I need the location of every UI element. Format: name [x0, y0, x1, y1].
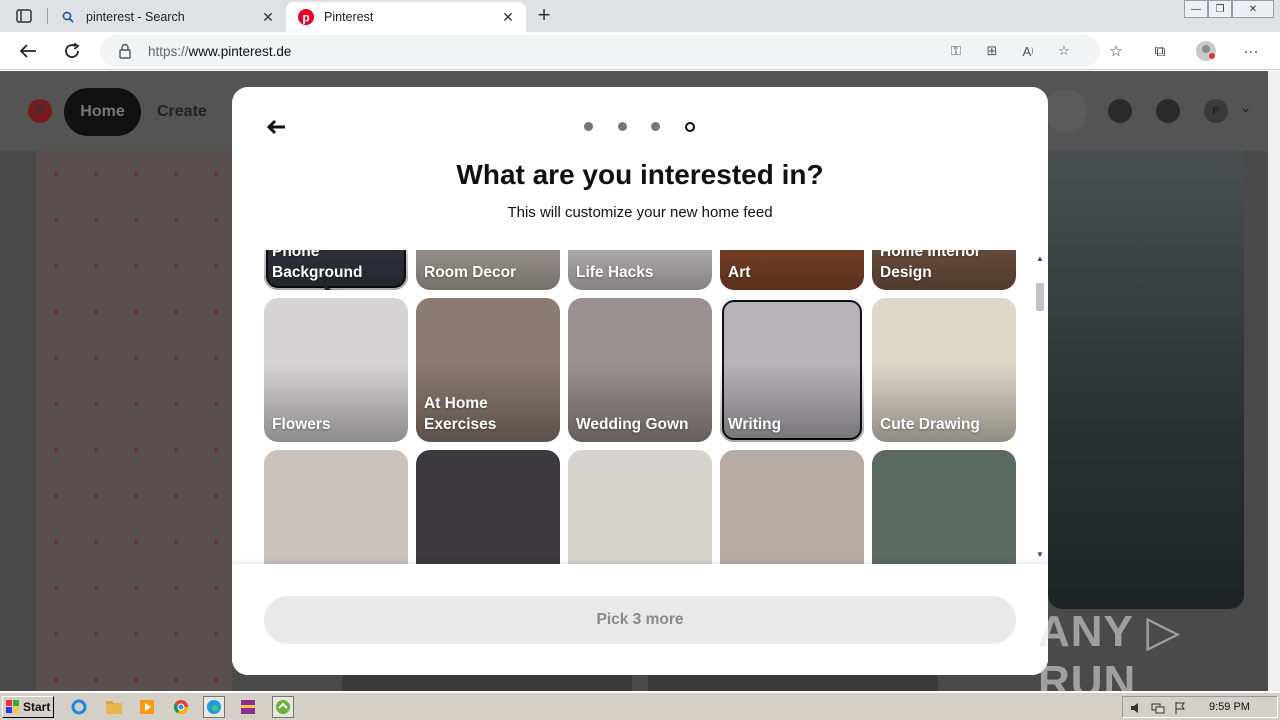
- restore-icon[interactable]: ❐: [1208, 0, 1232, 18]
- modal-footer: Pick 3 more: [232, 564, 1048, 675]
- media-player-icon[interactable]: [136, 696, 158, 718]
- volume-icon[interactable]: [1129, 701, 1143, 715]
- pinterest-logo-icon[interactable]: P: [28, 99, 52, 123]
- chevron-down-icon[interactable]: ⌄: [1240, 99, 1264, 123]
- modal-title: What are you interested in?: [456, 159, 824, 190]
- topic-tile[interactable]: Flowers: [264, 298, 408, 442]
- modal-subtitle: This will customize your new home feed: [507, 204, 773, 221]
- pin-card[interactable]: [36, 151, 232, 691]
- topic-tile[interactable]: Life Hacks: [568, 250, 712, 290]
- action-center-flag-icon[interactable]: [1173, 701, 1187, 715]
- topic-label: Cute Drawing: [880, 416, 980, 433]
- topic-tile[interactable]: Room Decor: [416, 250, 560, 290]
- step-indicator: [584, 121, 719, 132]
- home-tab[interactable]: Home: [64, 88, 141, 136]
- scroll-down-icon[interactable]: ▼: [1035, 550, 1045, 560]
- topic-tile[interactable]: [416, 450, 560, 564]
- svg-text:p: p: [302, 10, 309, 24]
- topic-tile[interactable]: At Home Exercises: [416, 298, 560, 442]
- pick-more-button[interactable]: Pick 3 more: [264, 596, 1016, 644]
- green-app-icon[interactable]: [272, 696, 294, 718]
- chrome-icon[interactable]: [170, 696, 192, 718]
- tab-title: Pinterest: [324, 10, 374, 24]
- topic-tile[interactable]: Wedding Gown: [568, 298, 712, 442]
- step-dot: [617, 122, 627, 131]
- topic-label: Life Hacks: [576, 264, 654, 281]
- close-tab-icon[interactable]: ✕: [258, 7, 278, 27]
- close-window-icon[interactable]: ✕: [1232, 0, 1274, 18]
- pin-card[interactable]: [342, 675, 632, 691]
- pinterest-icon: p: [298, 9, 314, 25]
- interests-modal: What are you interested in? This will cu…: [232, 87, 1048, 675]
- step-dot-current: [684, 121, 695, 132]
- moon-icon: [326, 274, 342, 290]
- topic-label: At Home Exercises: [424, 395, 497, 433]
- messages-icon[interactable]: [1156, 99, 1180, 123]
- topic-grid-scrollbar[interactable]: ▲ ▼: [1032, 250, 1048, 564]
- topic-tile[interactable]: [264, 450, 408, 564]
- more-menu-icon[interactable]: ···: [1240, 40, 1262, 62]
- new-tab-button[interactable]: +: [532, 4, 556, 28]
- topic-tile[interactable]: Cute Drawing: [872, 298, 1016, 442]
- create-tab[interactable]: Create: [157, 103, 207, 121]
- topic-tile[interactable]: Phone Background: [264, 250, 408, 290]
- tab-pinterest[interactable]: p Pinterest ✕: [286, 2, 526, 32]
- search-icon: [60, 9, 76, 25]
- browser-toolbar: https://www.pinterest.de ⚿ ⊞ A) ☆ ☆ ⧉ ··…: [0, 32, 1280, 70]
- network-icon[interactable]: [1151, 701, 1165, 715]
- back-arrow-icon[interactable]: [262, 115, 290, 139]
- tab-actions-icon[interactable]: [8, 6, 40, 26]
- topic-tile[interactable]: [720, 450, 864, 564]
- step-dot: [651, 122, 660, 131]
- topic-tile[interactable]: [872, 450, 1016, 564]
- close-tab-icon[interactable]: ✕: [498, 7, 518, 27]
- topic-label: Writing: [728, 416, 782, 433]
- file-explorer-icon[interactable]: [103, 696, 125, 718]
- topic-label: Wedding Gown: [576, 416, 689, 433]
- clock: 9:59 PM: [1209, 701, 1250, 713]
- pin-card[interactable]: [1048, 151, 1244, 609]
- key-icon[interactable]: ⚿: [946, 41, 966, 61]
- apps-icon[interactable]: ⊞: [982, 41, 1002, 61]
- search-bar-edge[interactable]: [1046, 89, 1086, 133]
- topic-tile[interactable]: Home Interior Design: [872, 250, 1016, 290]
- account-avatar[interactable]: P: [1204, 99, 1228, 123]
- minimize-icon[interactable]: —: [1184, 0, 1208, 18]
- topic-tile[interactable]: Writing: [720, 298, 864, 442]
- read-aloud-icon[interactable]: A): [1018, 41, 1038, 61]
- scroll-up-icon[interactable]: ▲: [1035, 254, 1045, 264]
- collections-icon[interactable]: ⧉: [1149, 40, 1171, 62]
- internet-explorer-icon[interactable]: [68, 696, 90, 718]
- back-icon[interactable]: [14, 37, 42, 65]
- favorites-icon[interactable]: ☆: [1105, 40, 1127, 62]
- topic-label: Room Decor: [424, 264, 517, 281]
- windows-taskbar: Start 9:59 PM: [0, 692, 1280, 720]
- browser-tab-strip: pinterest - Search ✕ p Pinterest ✕ + — ❐…: [0, 0, 1280, 32]
- lock-icon: [118, 43, 132, 59]
- address-bar[interactable]: https://www.pinterest.de ⚿ ⊞ A) ☆: [100, 35, 1100, 67]
- pin-card[interactable]: [648, 675, 938, 691]
- page-scrollbar[interactable]: [1268, 71, 1280, 691]
- topic-label: Home Interior Design: [880, 250, 981, 281]
- tab-title: pinterest - Search: [86, 10, 185, 24]
- winrar-icon[interactable]: [237, 696, 259, 718]
- url-text: https://www.pinterest.de: [148, 44, 292, 59]
- topic-tile[interactable]: Art: [720, 250, 864, 290]
- topic-tile[interactable]: [568, 450, 712, 564]
- start-button[interactable]: Start: [2, 696, 54, 718]
- windows-flag-icon: [6, 700, 20, 714]
- add-favorite-icon[interactable]: ☆: [1054, 41, 1074, 61]
- notifications-icon[interactable]: [1108, 99, 1132, 123]
- topic-label: Flowers: [272, 416, 331, 433]
- refresh-icon[interactable]: [58, 37, 86, 65]
- scroll-thumb[interactable]: [1036, 283, 1044, 311]
- tab-pinterest-search[interactable]: pinterest - Search ✕: [48, 2, 286, 32]
- system-tray: 9:59 PM: [1122, 696, 1278, 718]
- topic-grid: Phone Background Room Decor Life Hacks Art H…: [264, 250, 1016, 564]
- edge-icon[interactable]: [203, 696, 225, 718]
- topic-label: Art: [728, 264, 751, 281]
- step-dot: [584, 122, 593, 131]
- profile-avatar-icon[interactable]: [1195, 40, 1217, 62]
